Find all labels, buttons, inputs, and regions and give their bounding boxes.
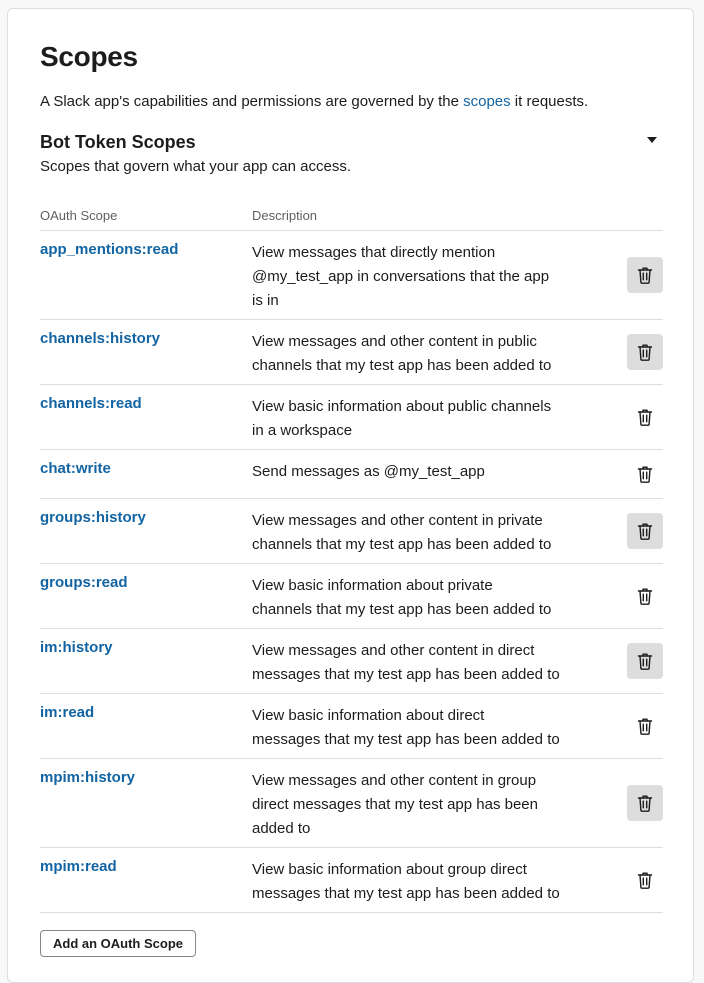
scope-name-link[interactable]: mpim:history — [40, 759, 252, 847]
scope-description-line: View messages and other content in direc… — [252, 642, 535, 659]
trash-icon — [637, 522, 653, 540]
trash-icon — [637, 652, 653, 670]
trash-icon — [637, 408, 653, 426]
scope-description-line: @my_test_app in conversations that the a… — [252, 268, 550, 285]
scope-description: View basic information about private chan… — [252, 564, 582, 628]
add-oauth-scope-button[interactable]: Add an OAuth Scope — [40, 930, 196, 957]
scope-description-line: View messages and other content in priva… — [252, 512, 543, 529]
scope-name-link[interactable]: groups:read — [40, 564, 252, 628]
header-oauth-scope: OAuth Scope — [40, 208, 118, 223]
delete-scope-button[interactable] — [627, 643, 663, 679]
scope-description-line: channels that my test app has been added… — [252, 357, 552, 374]
table-row: chat:write Send messages as @my_test_app — [40, 450, 663, 499]
trash-icon — [637, 465, 653, 483]
scope-description-line: View messages and other content in publi… — [252, 333, 537, 350]
trash-icon — [637, 587, 653, 605]
scopes-link[interactable]: scopes — [463, 93, 511, 110]
trash-icon — [637, 794, 653, 812]
scope-name-link[interactable]: channels:history — [40, 320, 252, 384]
header-description: Description — [252, 208, 318, 223]
scope-description-line: View basic information about group direc… — [252, 861, 527, 878]
scope-description-line: View messages and other content in group — [252, 772, 537, 789]
scope-name-link[interactable]: im:history — [40, 629, 252, 693]
table-row: channels:history View messages and other … — [40, 320, 663, 385]
scope-name-link[interactable]: chat:write — [40, 450, 252, 498]
scope-description-line: is in — [252, 292, 279, 309]
intro-prefix: A Slack app's capabilities and permissio… — [40, 93, 464, 110]
delete-scope-button[interactable] — [627, 257, 663, 293]
scope-name-link[interactable]: mpim:read — [40, 848, 252, 912]
table-row: channels:read View basic information abou… — [40, 385, 663, 450]
scope-description-line: View basic information about public chan… — [252, 398, 552, 415]
table-row: groups:read View basic information about … — [40, 564, 663, 629]
table-row: mpim:history View messages and other cont… — [40, 759, 663, 848]
scope-description-line: View basic information about private — [252, 577, 493, 594]
trash-icon — [637, 871, 653, 889]
scope-description-line: in a workspace — [252, 422, 353, 439]
scope-name-link[interactable]: channels:read — [40, 385, 252, 449]
scope-description: View messages and other content in priva… — [252, 499, 582, 563]
scope-name-link[interactable]: im:read — [40, 694, 252, 758]
delete-scope-button[interactable] — [627, 708, 663, 744]
scope-name-link[interactable]: app_mentions:read — [40, 231, 252, 319]
page-title: Scopes — [40, 41, 138, 72]
scope-description: Send messages as @my_test_app — [252, 450, 582, 498]
delete-scope-button[interactable] — [627, 513, 663, 549]
scope-description: View messages that directly mention @my_t… — [252, 231, 582, 319]
delete-scope-button[interactable] — [627, 862, 663, 898]
scope-name-link[interactable]: groups:history — [40, 499, 252, 563]
scope-description: View messages and other content in direc… — [252, 629, 582, 693]
table-row: mpim:read View basic information about gr… — [40, 848, 663, 913]
scopes-intro: A Slack app's capabilities and permissio… — [40, 93, 588, 110]
delete-scope-button[interactable] — [627, 456, 663, 492]
scope-description: View basic information about direct messa… — [252, 694, 582, 758]
scope-description-line: View messages that directly mention — [252, 244, 496, 261]
table-row: app_mentions:read View messages that dire… — [40, 231, 663, 320]
scope-description: View basic information about group direc… — [252, 848, 582, 912]
scope-description-line: Send messages as @my_test_app — [252, 463, 485, 480]
caret-down-icon[interactable] — [647, 137, 657, 143]
trash-icon — [637, 717, 653, 735]
delete-scope-button[interactable] — [627, 399, 663, 435]
scope-description-line: direct messages that my test app has bee… — [252, 796, 538, 813]
intro-suffix: it requests. — [510, 93, 589, 110]
trash-icon — [637, 343, 653, 361]
scope-description: View messages and other content in group… — [252, 759, 582, 847]
delete-scope-button[interactable] — [627, 785, 663, 821]
trash-icon — [637, 266, 653, 284]
scope-description-line: channels that my test app has been added… — [252, 601, 552, 618]
scope-description-line: messages that my test app has been added… — [252, 885, 560, 902]
scope-description-line: messages that my test app has been added… — [252, 666, 560, 683]
delete-scope-button[interactable] — [627, 334, 663, 370]
scope-description: View basic information about public chan… — [252, 385, 582, 449]
section-subtitle: Scopes that govern what your app can acc… — [40, 158, 352, 175]
scope-description: View messages and other content in publi… — [252, 320, 582, 384]
scope-description-line: channels that my test app has been added… — [252, 536, 552, 553]
table-body: app_mentions:read View messages that dire… — [40, 231, 663, 913]
scope-description-line: messages that my test app has been added… — [252, 731, 560, 748]
scope-description-line: added to — [252, 820, 311, 837]
delete-scope-button[interactable] — [627, 578, 663, 614]
section-title: Bot Token Scopes — [40, 132, 196, 152]
scope-description-line: View basic information about direct — [252, 707, 485, 724]
table-row: groups:history View messages and other co… — [40, 499, 663, 564]
table-row: im:read View basic information about dire… — [40, 694, 663, 759]
table-row: im:history View messages and other conten… — [40, 629, 663, 694]
scopes-card: Scopes A Slack app's capabilities and pe… — [7, 8, 694, 983]
table-header: OAuth Scope Description — [40, 201, 663, 231]
scopes-table: OAuth Scope Description app_mentions:rea… — [40, 201, 663, 913]
